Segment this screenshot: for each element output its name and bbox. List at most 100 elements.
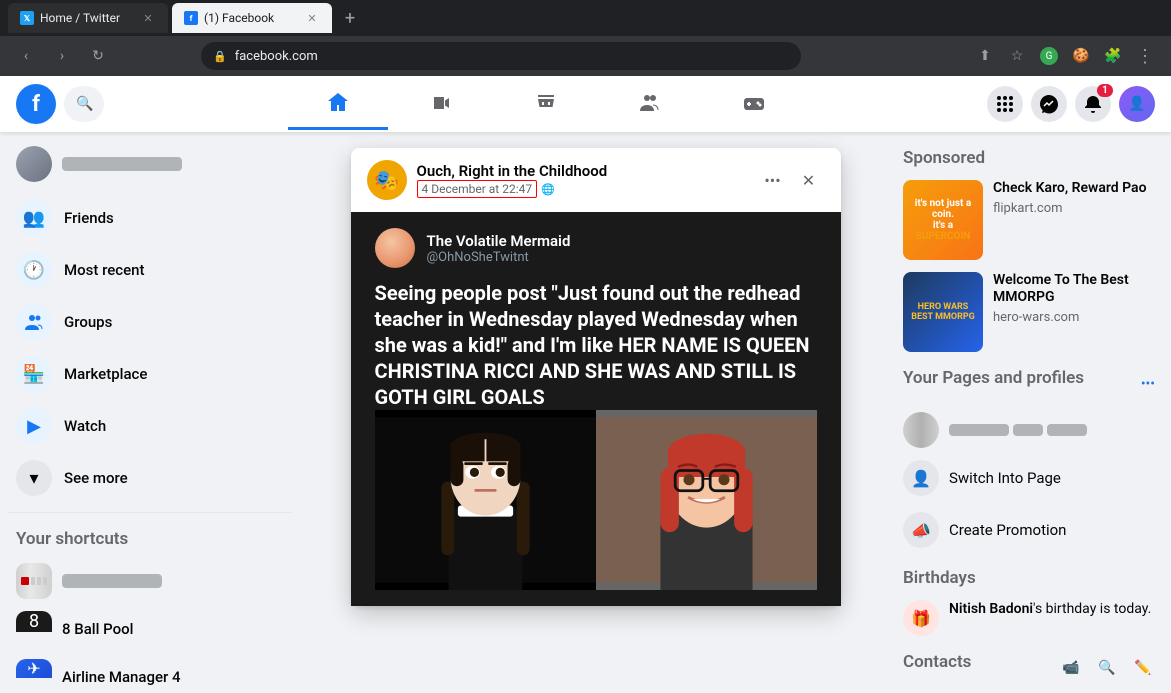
tab-facebook-close[interactable]: ✕ xyxy=(304,10,320,26)
contacts-actions: 📹 🔍 ✏️ xyxy=(1055,652,1159,684)
extension-2[interactable]: 🍪 xyxy=(1067,42,1095,70)
facebook-favicon: f xyxy=(184,11,198,25)
post-header: 🎭 Ouch, Right in the Childhood 4 Decembe… xyxy=(351,148,841,212)
search-button[interactable]: 🔍 xyxy=(64,86,104,122)
post-group-name: Ouch, Right in the Childhood xyxy=(417,162,747,180)
sponsored-item-mmorpg[interactable]: HERO WARSBEST MMORPG Welcome To The Best… xyxy=(903,272,1159,352)
meme-images xyxy=(375,410,817,590)
sidebar-item-friends[interactable]: 👥 Friends xyxy=(8,192,292,244)
birthday-gift-icon: 🎁 xyxy=(903,600,939,636)
pages-title: Your Pages and profiles xyxy=(903,368,1084,388)
sponsored-mmorpg-domain: hero-wars.com xyxy=(993,310,1159,325)
shortcut-item-blurred[interactable] xyxy=(8,557,292,605)
sidebar-watch-label: Watch xyxy=(64,417,106,435)
birthdays-section: Birthdays 🎁 Nitish Badoni's birthday is … xyxy=(903,568,1159,636)
facebook-logo[interactable]: f xyxy=(16,84,56,124)
tab-twitter-label: Home / Twitter xyxy=(40,11,120,25)
create-promotion-button[interactable]: 📣 Create Promotion xyxy=(903,508,1159,552)
left-sidebar: 👥 Friends 🕐 Most recent Groups 🏪 Marketp… xyxy=(0,132,300,693)
search-icon: 🔍 xyxy=(76,96,93,112)
switch-into-page-button[interactable]: 👤 Switch Into Page xyxy=(903,456,1159,500)
tab-twitter[interactable]: 𝕏 Home / Twitter ✕ xyxy=(8,3,168,33)
sponsored-mmorpg-image: HERO WARSBEST MMORPG xyxy=(903,272,983,352)
contacts-title: Contacts xyxy=(903,652,971,672)
meme-header: The Volatile Mermaid @OhNoSheTwitnt xyxy=(375,228,817,268)
sponsored-item-flipkart[interactable]: it's not just a coin.it's a SUPERCOIN Ch… xyxy=(903,180,1159,260)
sidebar-user-name xyxy=(62,157,182,171)
pages-more-button[interactable]: ••• xyxy=(1137,372,1159,396)
post-info: Ouch, Right in the Childhood 4 December … xyxy=(417,162,747,198)
nav-gaming[interactable] xyxy=(704,78,804,130)
shortcut-label-8ball: 8 Ball Pool xyxy=(62,620,134,638)
shortcut-label-blurred xyxy=(62,574,162,588)
meme-user-info: The Volatile Mermaid @OhNoSheTwitnt xyxy=(427,232,571,265)
messenger-button[interactable] xyxy=(1031,86,1067,122)
browser-menu[interactable]: ⋮ xyxy=(1131,42,1159,70)
post-globe-icon: 🌐 xyxy=(541,183,555,196)
nav-home[interactable] xyxy=(288,78,388,130)
see-more-icon: ▾ xyxy=(16,460,52,496)
watch-icon: ▶ xyxy=(16,408,52,444)
shortcut-item-8ball[interactable]: 8 8 Ball Pool xyxy=(8,605,292,653)
sponsored-section: Sponsored it's not just a coin.it's a SU… xyxy=(903,148,1159,352)
grid-menu-button[interactable] xyxy=(987,86,1023,122)
sidebar-item-most-recent[interactable]: 🕐 Most recent xyxy=(8,244,292,296)
sidebar-divider xyxy=(8,512,292,513)
page-actions: 👤 Switch Into Page 📣 Create Promotion xyxy=(903,456,1159,552)
notification-badge: 1 xyxy=(1097,84,1113,97)
nav-groups[interactable] xyxy=(600,78,700,130)
nav-marketplace[interactable] xyxy=(496,78,596,130)
post-card: 🎭 Ouch, Right in the Childhood 4 Decembe… xyxy=(351,148,841,606)
birthday-name: Nitish Badoni xyxy=(949,601,1033,617)
video-call-button[interactable]: 📹 xyxy=(1055,652,1087,684)
shortcut-icon-blurred xyxy=(16,563,52,599)
forward-button[interactable]: › xyxy=(48,42,76,70)
sponsored-flipkart-title: Check Karo, Reward Pao xyxy=(993,180,1159,197)
post-more-button[interactable]: ••• xyxy=(757,164,789,196)
nav-video[interactable] xyxy=(392,78,492,130)
main-content: 👥 Friends 🕐 Most recent Groups 🏪 Marketp… xyxy=(0,132,1171,693)
post-close-button[interactable]: ✕ xyxy=(793,164,825,196)
pages-section: Your Pages and profiles ••• xyxy=(903,368,1159,552)
post-group-avatar: 🎭 xyxy=(367,160,407,200)
sidebar-item-groups[interactable]: Groups xyxy=(8,296,292,348)
sidebar-user-avatar xyxy=(16,146,52,182)
facebook-header: f 🔍 xyxy=(0,76,1171,132)
header-actions: 1 👤 xyxy=(987,86,1155,122)
tab-facebook[interactable]: f (1) Facebook ✕ xyxy=(172,3,332,33)
notifications-button[interactable]: 1 xyxy=(1075,86,1111,122)
post-actions: ••• ✕ xyxy=(757,164,825,196)
share-button[interactable]: ⬆ xyxy=(971,42,999,70)
sidebar-profile-link[interactable] xyxy=(8,140,292,188)
facebook-app: f 🔍 xyxy=(0,76,1171,693)
birthday-item: 🎁 Nitish Badoni's birthday is today. xyxy=(903,600,1159,636)
birthday-suffix: 's birthday is today. xyxy=(1033,601,1151,617)
switch-page-icon: 👤 xyxy=(903,460,939,496)
extension-1[interactable]: G xyxy=(1035,42,1063,70)
star-button[interactable]: ☆ xyxy=(1003,42,1031,70)
new-message-button[interactable]: ✏️ xyxy=(1127,652,1159,684)
shortcut-item-airline[interactable]: ✈ Airline Manager 4 xyxy=(8,653,292,693)
address-bar[interactable]: 🔒 facebook.com xyxy=(201,42,801,70)
search-contacts-button[interactable]: 🔍 xyxy=(1091,652,1123,684)
contacts-header: Contacts 📹 🔍 ✏️ xyxy=(903,652,1159,684)
back-button[interactable]: ‹ xyxy=(12,42,40,70)
sponsored-flipkart-domain: flipkart.com xyxy=(993,201,1159,216)
switch-page-label: Switch Into Page xyxy=(949,469,1061,487)
post-date: 4 December at 22:47 xyxy=(417,180,538,198)
meme-user-avatar xyxy=(375,228,415,268)
sidebar-marketplace-label: Marketplace xyxy=(64,365,147,383)
sponsored-flipkart-image: it's not just a coin.it's a SUPERCOIN xyxy=(903,180,983,260)
birthday-text: Nitish Badoni's birthday is today. xyxy=(949,600,1151,620)
sidebar-item-marketplace[interactable]: 🏪 Marketplace xyxy=(8,348,292,400)
new-tab-button[interactable]: + xyxy=(336,4,364,32)
sidebar-see-more-label: See more xyxy=(64,469,128,487)
user-avatar-header[interactable]: 👤 xyxy=(1119,86,1155,122)
extensions-button[interactable]: 🧩 xyxy=(1099,42,1127,70)
sidebar-item-watch[interactable]: ▶ Watch xyxy=(8,400,292,452)
sponsored-title: Sponsored xyxy=(903,148,1159,168)
tab-twitter-close[interactable]: ✕ xyxy=(140,10,156,26)
sidebar-item-see-more[interactable]: ▾ See more xyxy=(8,452,292,504)
refresh-button[interactable]: ↻ xyxy=(84,42,112,70)
right-sidebar: Sponsored it's not just a coin.it's a SU… xyxy=(891,132,1171,693)
